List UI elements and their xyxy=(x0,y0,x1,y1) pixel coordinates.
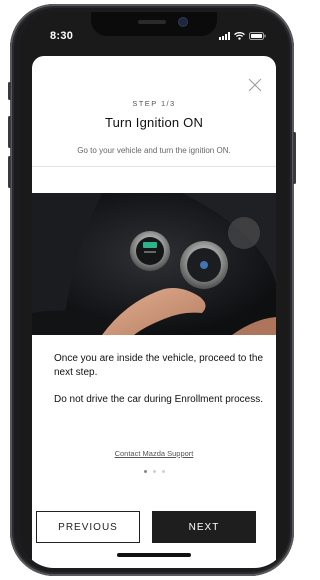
next-button[interactable]: NEXT xyxy=(152,511,256,543)
signal-icon xyxy=(219,32,230,40)
contact-support-link[interactable]: Contact Mazda Support xyxy=(32,449,276,458)
ignition-button-photo xyxy=(32,193,276,335)
wifi-icon xyxy=(234,32,245,40)
pagination-dots xyxy=(32,470,276,473)
pagination-dot-3 xyxy=(161,470,165,473)
close-icon[interactable] xyxy=(248,78,262,92)
volume-down-button xyxy=(8,156,11,188)
power-button xyxy=(293,132,296,184)
speaker xyxy=(138,20,166,24)
instructions: Once you are inside the vehicle, proceed… xyxy=(54,352,264,420)
phone-screen: 8:30 STEP 1/3 Turn Ignition ON Go to you… xyxy=(20,12,288,568)
instruction-1: Once you are inside the vehicle, proceed… xyxy=(54,353,264,378)
page-subtitle: Go to your vehicle and turn the ignition… xyxy=(77,146,231,155)
enrollment-modal: STEP 1/3 Turn Ignition ON Go to your veh… xyxy=(32,56,276,568)
home-indicator[interactable] xyxy=(117,553,191,557)
pagination-dot-2 xyxy=(152,470,156,473)
volume-up-button xyxy=(8,116,11,148)
step-indicator: STEP 1/3 xyxy=(132,99,176,108)
previous-button[interactable]: PREVIOUS xyxy=(36,511,140,543)
front-camera xyxy=(179,18,187,26)
divider xyxy=(32,166,276,167)
battery-icon xyxy=(249,32,266,40)
status-icons xyxy=(219,32,266,40)
notch xyxy=(91,12,217,36)
silent-switch xyxy=(8,82,11,100)
instruction-2: Do not drive the car during Enrollment p… xyxy=(54,394,263,405)
status-time: 8:30 xyxy=(50,30,74,42)
pagination-dot-1 xyxy=(143,470,147,473)
page-title: Turn Ignition ON xyxy=(104,115,204,130)
